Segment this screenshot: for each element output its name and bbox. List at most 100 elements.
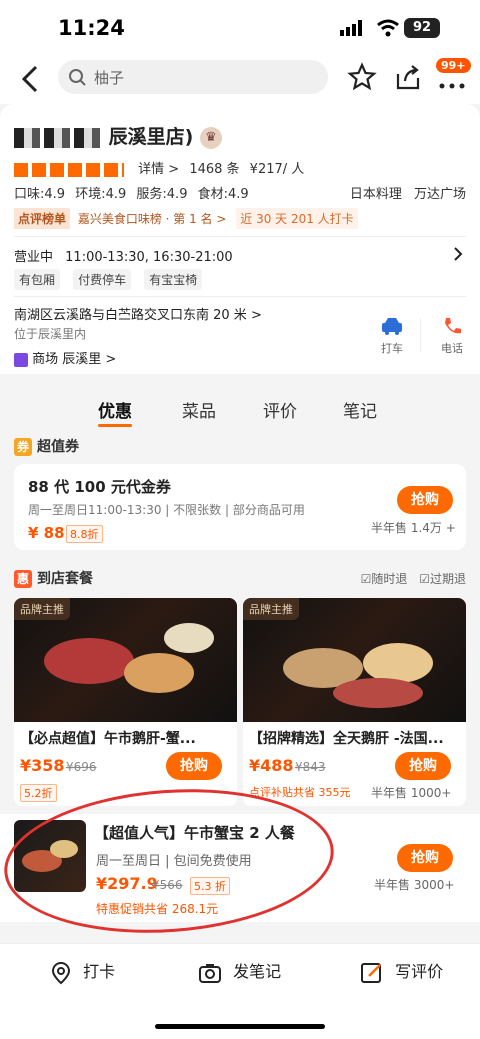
edit-icon — [361, 962, 381, 983]
taxi-label: 打车 — [381, 342, 403, 355]
share-icon — [396, 65, 420, 90]
deal-buy-button[interactable]: 抢购 — [395, 752, 451, 780]
voucher-sold: 半年售 1.4万 + — [371, 521, 456, 535]
refund-anytime: 随时退 — [371, 572, 408, 586]
shop-detail-link[interactable]: 详情 > — [138, 162, 179, 177]
dish-plate — [124, 653, 194, 693]
facility-chip: 有宝宝椅 — [144, 269, 203, 290]
deal-title: 【招牌精选】全天鹅肝 -法国... — [249, 731, 444, 747]
check-icon: ☑ — [360, 572, 372, 586]
back-button[interactable] — [18, 62, 48, 96]
dish-plate — [363, 643, 433, 683]
deal-discount: 5.2折 — [20, 784, 57, 802]
phone-icon — [445, 318, 461, 334]
deal-card[interactable]: 品牌主推 【必点超值】午市鹅肝-蟹... ¥358 ¥696 抢购 5.2折 — [14, 598, 237, 806]
score-service: 服务:4.9 — [136, 187, 188, 202]
review-count: 1468 条 — [189, 162, 240, 177]
camera-icon — [199, 963, 221, 983]
package-icon: 惠 — [14, 570, 32, 588]
home-indicator — [155, 1024, 325, 1029]
deal-original-price: ¥843 — [295, 760, 326, 774]
refund-expired: 过期退 — [429, 572, 466, 586]
tab-offers[interactable]: 优惠 — [98, 397, 132, 427]
deal-title: 【必点超值】午市鹅肝-蟹... — [20, 731, 196, 747]
hours-time: 11:00-13:30, 16:30-21:00 — [65, 250, 233, 265]
checkin-button[interactable]: 打卡 — [50, 958, 115, 985]
status-time: 11:24 — [58, 16, 125, 40]
rank-tag: 点评榜单 — [14, 208, 71, 229]
search-input[interactable]: 柚子 — [58, 60, 328, 94]
package-section-title: 到店套餐 — [37, 571, 93, 587]
nav-bar: 柚子 99+ — [0, 54, 480, 104]
favorite-button[interactable] — [346, 60, 378, 94]
tab-notes[interactable]: 笔记 — [343, 397, 377, 422]
chevron-left-icon — [21, 65, 38, 93]
note-label: 发笔记 — [233, 962, 282, 981]
package-section-header: 惠到店套餐 ☑随时退 ☑过期退 — [14, 568, 466, 588]
voucher-section-title: 超值券 — [37, 439, 79, 455]
deal-sold: 半年售 1000+ — [371, 786, 452, 800]
cuisine-type[interactable]: 日本料理 — [350, 187, 402, 202]
taxi-button[interactable]: 打车 — [372, 316, 412, 356]
star-icon — [347, 62, 377, 91]
facility-chip: 付费停车 — [73, 269, 132, 290]
tab-label: 优惠 — [98, 402, 132, 422]
rank-text: 嘉兴美食口味榜 · 第 1 名 > — [77, 212, 227, 226]
dish-plate — [333, 678, 423, 708]
score-row: 口味:4.9 环境:4.9 服务:4.9 食材:4.9 日本料理 万达广场 — [14, 183, 466, 203]
chevron-right-icon — [454, 247, 463, 261]
voucher-discount: 8.8折 — [66, 525, 103, 543]
shop-area[interactable]: 万达广场 — [414, 187, 466, 202]
facility-chip: 有包厢 — [14, 269, 61, 290]
divider — [14, 236, 466, 237]
write-review-button[interactable]: 写评价 — [360, 958, 443, 985]
post-note-button[interactable]: 发笔记 — [198, 958, 281, 985]
dish-plate — [164, 623, 214, 653]
voucher-card[interactable]: 88 代 100 元代金券 周一至周日11:00-13:30 | 不限张数 | … — [14, 464, 466, 550]
voucher-section-header: 券超值券 — [14, 436, 79, 456]
shop-info-card: 辰溪里店) ♛ 详情 > 1468 条 ¥217/ 人 口味:4.9 环境:4.… — [0, 104, 480, 374]
voucher-price: ¥ 88 — [28, 524, 65, 542]
address-note: 位于辰溪里内 — [14, 327, 87, 341]
avg-price: ¥217/ 人 — [249, 162, 305, 177]
deal-price: ¥358 — [20, 756, 65, 775]
tab-reviews[interactable]: 评价 — [263, 397, 297, 422]
tab-dishes[interactable]: 菜品 — [182, 397, 216, 422]
mall-link[interactable]: 商场 辰溪里 > — [14, 348, 116, 367]
notification-badge: 99+ — [436, 58, 471, 73]
phone-label: 电话 — [441, 342, 463, 355]
deal-card[interactable]: 品牌主推 【招牌精选】全天鹅肝 -法国... ¥488 ¥843 抢购 点评补贴… — [243, 598, 466, 806]
checkin-label: 打卡 — [83, 962, 116, 981]
deal-label: 品牌主推 — [243, 598, 299, 620]
redacted-name-block — [14, 127, 102, 148]
shop-address[interactable]: 南湖区云溪路与白苎路交叉口东南 20 米 > — [14, 304, 262, 323]
package-sold: 半年售 3000+ — [374, 878, 455, 892]
mall-name: 辰溪里 > — [62, 352, 117, 367]
rating-row: 详情 > 1468 条 ¥217/ 人 — [14, 158, 464, 178]
voucher-buy-button[interactable]: 抢购 — [397, 486, 453, 514]
status-bar: 11:24 92 — [0, 0, 480, 54]
package-buy-button[interactable]: 抢购 — [397, 844, 453, 872]
checkin-count: 近 30 天 201 人打卡 — [236, 208, 358, 229]
hours-status: 营业中 — [14, 250, 54, 265]
mall-label: 商场 — [32, 352, 59, 367]
wifi-icon — [377, 19, 399, 37]
rating-stars-icon — [14, 162, 124, 177]
search-placeholder: 柚子 — [94, 69, 125, 87]
check-icon: ☑ — [419, 572, 430, 586]
search-icon — [69, 69, 86, 86]
phone-button[interactable]: 电话 — [432, 316, 472, 356]
refund-policy: ☑随时退 ☑过期退 — [361, 570, 466, 587]
voucher-desc: 周一至周日11:00-13:30 | 不限张数 | 部分商品可用 — [28, 503, 305, 517]
divider — [420, 318, 421, 352]
deal-buy-button[interactable]: 抢购 — [166, 752, 222, 780]
business-hours[interactable]: 营业中 11:00-13:30, 16:30-21:00 — [14, 246, 464, 265]
tab-active-indicator — [98, 424, 132, 427]
content-tabs: 优惠 菜品 评价 笔记 — [0, 385, 480, 431]
rank-tagline[interactable]: 点评榜单 嘉兴美食口味榜 · 第 1 名 > 近 30 天 201 人打卡 — [14, 208, 358, 230]
deal-label: 品牌主推 — [14, 598, 70, 620]
deal-price: ¥488 — [249, 756, 294, 775]
score-environment: 环境:4.9 — [75, 187, 127, 202]
mall-icon — [14, 352, 28, 367]
share-button[interactable] — [392, 60, 424, 94]
